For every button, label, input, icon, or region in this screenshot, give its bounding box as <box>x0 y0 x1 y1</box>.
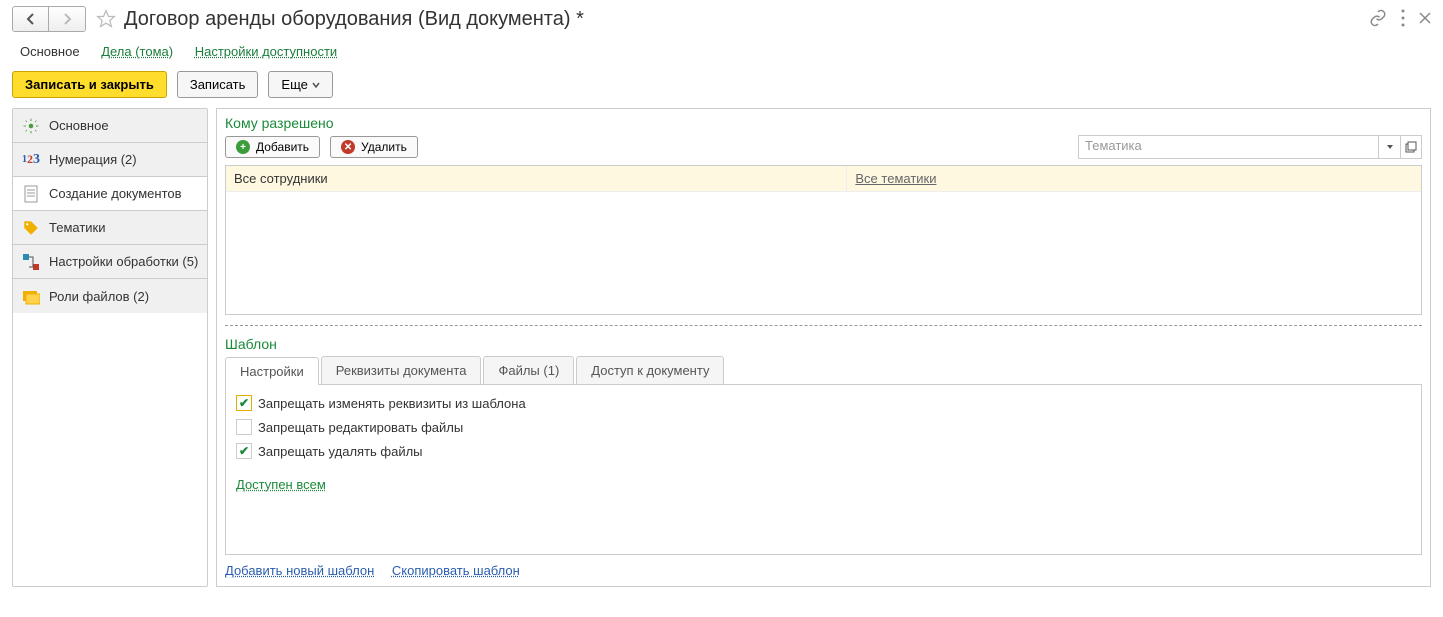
permissions-grid: Все сотрудники Все тематики <box>225 165 1422 315</box>
folder-icon <box>21 286 41 306</box>
section-allowed-title: Кому разрешено <box>225 115 1422 131</box>
cross-icon: ✕ <box>341 140 355 154</box>
chk-forbid-delete-files[interactable]: ✔ <box>236 443 252 459</box>
all-topics-link[interactable]: Все тематики <box>855 171 936 186</box>
numbering-icon: 123 <box>21 150 41 170</box>
tab-access-settings[interactable]: Настройки доступности <box>195 44 337 59</box>
sidebar-item-label: Основное <box>49 118 109 133</box>
check-icon: ✔ <box>239 396 249 410</box>
kebab-menu-icon[interactable] <box>1401 9 1405 30</box>
sidebar-item-main[interactable]: Основное <box>13 109 207 143</box>
sidebar: Основное 123 Нумерация (2) Создание доку… <box>12 108 208 587</box>
tab-cases[interactable]: Дела (тома) <box>101 44 173 59</box>
delete-button[interactable]: ✕ Удалить <box>330 136 418 158</box>
delete-button-label: Удалить <box>361 140 407 154</box>
check-icon: ✔ <box>239 444 249 458</box>
document-icon <box>21 184 41 204</box>
save-and-close-button[interactable]: Записать и закрыть <box>12 71 167 98</box>
tab-main[interactable]: Основное <box>20 44 80 59</box>
topic-combo[interactable]: Тематика <box>1078 135 1378 159</box>
chk-forbid-edit-files[interactable] <box>236 419 252 435</box>
grid-cell-employees[interactable]: Все сотрудники <box>226 166 847 191</box>
grid-cell-topics[interactable]: Все тематики <box>847 166 944 191</box>
nav-arrows <box>12 6 86 32</box>
section-template-title: Шаблон <box>225 336 1422 352</box>
subtab-props[interactable]: Реквизиты документа <box>321 356 482 384</box>
favorite-icon[interactable] <box>94 7 118 31</box>
copy-template-link[interactable]: Скопировать шаблон <box>392 563 520 578</box>
gear-icon <box>21 116 41 136</box>
sidebar-item-processing[interactable]: Настройки обработки (5) <box>13 245 207 279</box>
close-icon[interactable] <box>1419 12 1431 27</box>
chk-forbid-edit-files-label: Запрещать редактировать файлы <box>258 420 463 435</box>
sidebar-item-label: Роли файлов (2) <box>49 289 149 304</box>
chk-forbid-delete-files-label: Запрещать удалять файлы <box>258 444 423 459</box>
chk-forbid-props-label: Запрещать изменять реквизиты из шаблона <box>258 396 526 411</box>
sidebar-item-label: Настройки обработки (5) <box>49 254 198 269</box>
sidebar-item-file-roles[interactable]: Роли файлов (2) <box>13 279 207 313</box>
processing-icon <box>21 252 41 272</box>
subtab-access[interactable]: Доступ к документу <box>576 356 724 384</box>
add-template-link[interactable]: Добавить новый шаблон <box>225 563 374 578</box>
page-title: Договор аренды оборудования (Вид докумен… <box>124 8 1369 31</box>
plus-icon: + <box>236 140 250 154</box>
add-button[interactable]: + Добавить <box>225 136 320 158</box>
subtab-settings[interactable]: Настройки <box>225 357 319 385</box>
link-icon[interactable] <box>1369 9 1387 30</box>
more-button-label: Еще <box>281 77 307 92</box>
sidebar-item-label: Тематики <box>49 220 106 235</box>
sidebar-item-numbering[interactable]: 123 Нумерация (2) <box>13 143 207 177</box>
back-button[interactable] <box>13 7 49 31</box>
sidebar-item-topics[interactable]: Тематики <box>13 211 207 245</box>
forward-button[interactable] <box>49 7 85 31</box>
available-to-all-link[interactable]: Доступен всем <box>236 477 326 492</box>
sidebar-item-label: Нумерация (2) <box>49 152 137 167</box>
more-button[interactable]: Еще <box>268 71 332 98</box>
combo-dropdown-icon[interactable] <box>1378 135 1400 159</box>
tag-icon <box>21 218 41 238</box>
sidebar-item-label: Создание документов <box>49 186 182 201</box>
chk-forbid-props[interactable]: ✔ <box>236 395 252 411</box>
sidebar-item-create-docs[interactable]: Создание документов <box>13 177 207 211</box>
save-button[interactable]: Записать <box>177 71 259 98</box>
subtab-files[interactable]: Файлы (1) <box>483 356 574 384</box>
add-button-label: Добавить <box>256 140 309 154</box>
combo-open-icon[interactable] <box>1400 135 1422 159</box>
